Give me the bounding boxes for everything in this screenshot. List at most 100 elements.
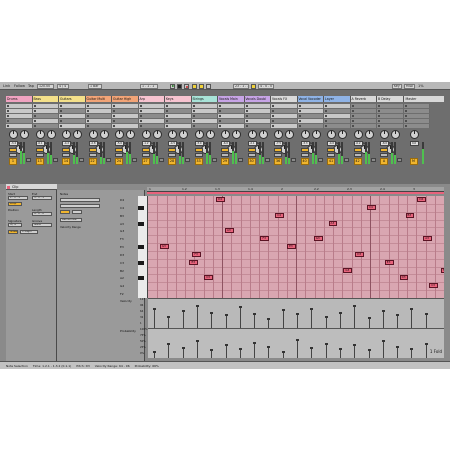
clip-slot[interactable] <box>297 104 324 108</box>
track-header[interactable]: A Reverb <box>350 96 377 102</box>
lane-stem[interactable] <box>425 315 427 328</box>
send-b-knob[interactable] <box>285 130 294 139</box>
track-header[interactable]: Guitars <box>59 96 86 102</box>
clip-slot[interactable] <box>138 104 165 108</box>
lane-stem-head[interactable] <box>381 340 385 342</box>
solo-button[interactable] <box>327 153 335 157</box>
lane-stem[interactable] <box>225 316 227 328</box>
lane-stem-head[interactable] <box>195 305 199 307</box>
play-icon[interactable] <box>170 83 175 89</box>
track-number-button[interactable]: 41 <box>327 158 335 165</box>
lane-stem-head[interactable] <box>253 313 257 315</box>
lane-stem[interactable] <box>397 348 399 358</box>
activator-button[interactable] <box>141 148 150 152</box>
volume-field[interactable]: -1.2 <box>141 141 151 146</box>
master-volume-field[interactable]: 0.0 <box>409 141 419 146</box>
lane-stem-head[interactable] <box>167 316 171 318</box>
empty-clip-slot[interactable] <box>165 119 192 123</box>
send-b-knob[interactable] <box>152 130 162 139</box>
send-a-knob[interactable] <box>300 130 310 139</box>
empty-clip-slot[interactable] <box>32 114 59 118</box>
clip-slot[interactable] <box>297 119 324 123</box>
send-a-knob[interactable] <box>115 130 124 139</box>
send-a-knob[interactable] <box>380 130 389 139</box>
lane-stem[interactable] <box>297 315 298 328</box>
midi-note[interactable]: E3 <box>384 259 394 265</box>
empty-clip-slot[interactable] <box>403 119 430 123</box>
activator-button[interactable] <box>9 148 17 152</box>
solo-button[interactable] <box>353 153 362 157</box>
clip-slot[interactable] <box>297 109 324 113</box>
lane-stem[interactable] <box>382 342 384 358</box>
loop-brace[interactable] <box>147 192 444 194</box>
link-button[interactable]: Link <box>3 84 10 88</box>
clip-slot[interactable] <box>165 124 192 128</box>
lane-stem-head[interactable] <box>267 346 271 348</box>
send-b-knob[interactable] <box>205 130 215 139</box>
clip-slot[interactable] <box>6 124 33 128</box>
activator-button[interactable] <box>35 148 44 152</box>
solo-button[interactable] <box>247 153 256 157</box>
lane-stem-head[interactable] <box>296 339 299 341</box>
reverse-button[interactable] <box>72 210 82 214</box>
fold-button[interactable]: 1 Fold <box>430 349 442 354</box>
track-header[interactable]: Drums <box>6 96 33 102</box>
midi-note[interactable]: A3 <box>328 220 338 226</box>
send-a-knob[interactable] <box>194 130 204 139</box>
key-map-button[interactable]: Key <box>392 83 402 89</box>
empty-clip-slot[interactable] <box>59 119 86 123</box>
clip-slot[interactable] <box>32 104 59 108</box>
activator-button[interactable] <box>353 148 362 152</box>
lane-stem-head[interactable] <box>367 317 371 319</box>
lane-stem[interactable] <box>254 315 256 328</box>
lane-stem-head[interactable] <box>167 343 171 345</box>
volume-field[interactable]: -2.8 <box>88 141 98 146</box>
empty-clip-slot[interactable] <box>112 119 139 123</box>
lane-stem[interactable] <box>154 353 155 358</box>
lane-stem[interactable] <box>211 314 213 328</box>
empty-clip-slot[interactable] <box>377 104 404 108</box>
lane-stem[interactable] <box>297 341 298 358</box>
empty-clip-slot[interactable] <box>377 109 404 113</box>
lane-stem-head[interactable] <box>210 312 214 314</box>
empty-clip-slot[interactable] <box>403 104 430 108</box>
empty-clip-slot[interactable] <box>85 114 112 118</box>
length-field[interactable]: 4 . 0 . 0 <box>32 212 52 216</box>
arm-button[interactable] <box>185 158 190 162</box>
midi-note[interactable]: D3 <box>399 275 409 281</box>
send-b-knob[interactable] <box>311 130 321 139</box>
clip-slot[interactable] <box>59 114 86 118</box>
clip-slot[interactable] <box>32 119 59 123</box>
track-header[interactable]: Keys <box>165 96 192 102</box>
groove-menu[interactable]: None <box>32 223 52 227</box>
clip-slot[interactable] <box>32 109 59 113</box>
lane-stem[interactable] <box>339 350 341 358</box>
empty-clip-slot[interactable] <box>403 109 430 113</box>
clip-slot[interactable] <box>191 119 218 123</box>
track-number-button[interactable]: 30 <box>247 158 256 165</box>
activator-button[interactable] <box>380 148 388 152</box>
piano-keyboard[interactable] <box>138 196 148 298</box>
clip-slot[interactable] <box>218 124 245 128</box>
loop-switch-icon[interactable] <box>251 83 256 89</box>
lane-stem-head[interactable] <box>410 308 414 310</box>
lane-stem-head[interactable] <box>410 348 414 350</box>
send-b-knob[interactable] <box>99 130 109 139</box>
black-key[interactable] <box>138 245 144 250</box>
arm-button[interactable] <box>291 158 296 162</box>
clip-slot[interactable] <box>244 104 271 108</box>
empty-clip-slot[interactable] <box>218 109 245 113</box>
scale-button[interactable]: Scale <box>8 230 18 234</box>
send-a-knob[interactable] <box>327 130 336 139</box>
volume-field[interactable]: -4.2 <box>62 141 71 146</box>
track-header[interactable]: Arp <box>138 96 165 102</box>
stop-icon[interactable] <box>177 83 182 89</box>
loop-start-field[interactable]: 23 . 1 . 1 <box>233 83 249 89</box>
midi-note[interactable]: G3 <box>313 236 323 242</box>
lane-stem[interactable] <box>411 350 413 358</box>
lane-stem[interactable] <box>196 307 198 328</box>
loop-button[interactable]: Loop <box>8 202 22 206</box>
lane-stem[interactable] <box>325 345 327 358</box>
empty-clip-slot[interactable] <box>6 119 33 123</box>
activator-button[interactable] <box>221 148 229 152</box>
